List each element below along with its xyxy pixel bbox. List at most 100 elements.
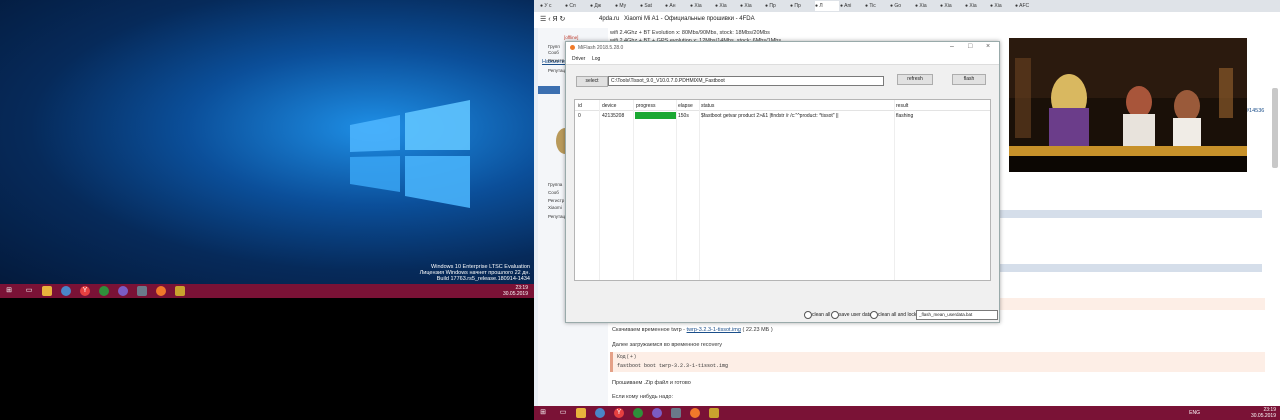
- maximize-icon[interactable]: □: [968, 43, 972, 50]
- sidebar-label: Репутац: [548, 214, 566, 219]
- explorer-icon[interactable]: [42, 286, 52, 296]
- sidebar-label: Группа: [548, 182, 563, 187]
- browser-tab[interactable]: ● Пр: [765, 1, 789, 11]
- address-domain[interactable]: 4pda.ru: [599, 16, 619, 22]
- browser-tab[interactable]: ● Xia: [915, 1, 939, 11]
- sidebar-label: Групп: [548, 44, 560, 49]
- browser-tab[interactable]: ● Go: [890, 1, 914, 11]
- close-icon[interactable]: ×: [986, 43, 990, 50]
- taskbar-right-clock: 23:19 30.05.2019: [1251, 407, 1276, 419]
- option-save-user-data-label: save user data: [839, 312, 872, 318]
- row-elapse: 150s: [678, 113, 689, 119]
- yandex-browser-icon[interactable]: Y: [80, 286, 90, 296]
- browser-tab[interactable]: ● AFC: [1015, 1, 1039, 11]
- twrp-size: ( 22.23 МБ ): [742, 327, 773, 333]
- yandex-browser-icon-right[interactable]: Y: [614, 408, 624, 418]
- miflash-title: MiFlash 2018.5.28.0: [578, 45, 624, 51]
- app4-icon[interactable]: [175, 286, 185, 296]
- app2-icon-right[interactable]: [671, 408, 681, 418]
- sidebar-label: Сооб: [548, 190, 559, 195]
- viber-icon-right[interactable]: [652, 408, 662, 418]
- app3-icon[interactable]: [156, 286, 166, 296]
- task-view-icon[interactable]: ▭: [24, 286, 34, 296]
- option-clean-all-lock-radio[interactable]: [870, 311, 878, 319]
- app4-icon-right[interactable]: [709, 408, 719, 418]
- flash-zip-text: Прошиваем .Zip файл и готово: [612, 380, 691, 386]
- flash-button[interactable]: flash: [952, 74, 986, 85]
- windows-logo-icon: [350, 100, 470, 208]
- task-view-icon-right[interactable]: ▭: [558, 408, 568, 418]
- taskbar-left-clock: 23:19 30.05.2019: [503, 285, 528, 297]
- option-save-user-data-radio[interactable]: [831, 311, 839, 319]
- app2-icon[interactable]: [137, 286, 147, 296]
- browser-tab[interactable]: ● Xia: [740, 1, 764, 11]
- explorer-icon-right[interactable]: [576, 408, 586, 418]
- tab-bar: ● У с ● Сп ● Дж ● Му ● Sat ● Ан ● Xia ● Xia ● Xi…: [534, 0, 1280, 12]
- row-id: 0: [578, 113, 581, 119]
- post-ref[interactable]: #14536: [1246, 108, 1264, 114]
- page-scrollbar[interactable]: [1272, 88, 1278, 168]
- twrp-download-link[interactable]: twrp-3.2.3-1-tissot.img: [687, 327, 741, 333]
- video-player[interactable]: [1009, 38, 1247, 172]
- device-grid: id device progress elapse status result …: [574, 99, 991, 281]
- browser-tab[interactable]: ● Ан: [665, 1, 689, 11]
- utorrent-icon-right[interactable]: [633, 408, 643, 418]
- browser-tab[interactable]: ● Xia: [715, 1, 739, 11]
- col-progress: progress: [636, 103, 656, 109]
- sidebar-label: Регистр: [548, 58, 565, 63]
- start-windows-icon-right[interactable]: ⊞: [538, 408, 548, 418]
- nav-buttons-icon[interactable]: ☰ ‹ Я ↻: [540, 15, 565, 23]
- app-icon[interactable]: [61, 286, 71, 296]
- app-icon-right[interactable]: [595, 408, 605, 418]
- table-row[interactable]: 0 42135208 150s $fastboot getvar product…: [575, 111, 990, 120]
- browser-tab[interactable]: ● Xia: [990, 1, 1014, 11]
- browser-tab[interactable]: ● Tic: [865, 1, 889, 11]
- col-result: result: [896, 103, 909, 109]
- browser-tab[interactable]: ● У с: [540, 1, 564, 11]
- code-text: fastboot boot twrp-3.2.3-1-tissot.img: [617, 363, 729, 369]
- menu-log[interactable]: Log: [592, 56, 600, 62]
- minimize-icon[interactable]: –: [950, 43, 954, 50]
- clock-date: 30.05.2019: [502, 291, 528, 297]
- download-twrp-prefix: Скачиваем временное twrp -: [612, 327, 686, 333]
- start-windows-icon[interactable]: ⊞: [4, 286, 14, 296]
- sidebar-label: Xiaomi: [548, 205, 562, 210]
- boot-recovery-text: Далее загружаемся во временное recovery: [612, 342, 723, 348]
- col-status: status: [701, 103, 715, 109]
- option-clean-all-radio[interactable]: [804, 311, 812, 319]
- miflash-titlebar: MiFlash 2018.5.28.0 – □ ×: [566, 42, 999, 54]
- browser-tab[interactable]: ● Sat: [640, 1, 664, 11]
- script-select[interactable]: _flash_mean_userdata.bat: [916, 310, 998, 320]
- browser-tab[interactable]: ● Xia: [690, 1, 714, 11]
- taskbar-right: ⊞ ▭ Y ENG 23:19 30.05.2019: [534, 406, 1280, 420]
- browser-tab[interactable]: ● Пр: [790, 1, 814, 11]
- option-clean-all-label: clean all: [812, 312, 831, 318]
- wifi-line-1: wifi 2.4Ghz + BT Evolution x: 80Mbs/90Mb…: [610, 30, 770, 36]
- select-button[interactable]: select: [576, 76, 608, 87]
- grid-col-line: [699, 100, 700, 280]
- menu-driver[interactable]: Driver: [572, 56, 585, 62]
- viber-icon[interactable]: [118, 286, 128, 296]
- video-frame-icon: [1009, 38, 1247, 172]
- code-box-2: Код ( + ) fastboot boot twrp-3.2.3-1-tis…: [610, 352, 1265, 372]
- option-clean-all-lock-label: clean all and lock: [878, 312, 917, 318]
- utorrent-icon[interactable]: [99, 286, 109, 296]
- browser-tab[interactable]: ● Xia: [965, 1, 989, 11]
- col-elapse: elapse: [678, 103, 693, 109]
- app3-icon-right[interactable]: [690, 408, 700, 418]
- browser-tab[interactable]: ● Ani: [840, 1, 864, 11]
- path-input[interactable]: C:\Tools\Tissot_9.0_V10.0.7.0.PDHMIXM_Fa…: [608, 76, 884, 86]
- miflash-app-icon: [570, 45, 575, 50]
- watermark-line3: Build 17763.rs5_release.180914-1434: [436, 276, 530, 282]
- post-tools-icon[interactable]: [538, 86, 560, 94]
- refresh-button[interactable]: refresh: [897, 74, 933, 85]
- browser-tab[interactable]: ● Сп: [565, 1, 589, 11]
- browser-tab[interactable]: ● Л: [815, 1, 839, 11]
- lang-indicator[interactable]: ENG: [1189, 410, 1200, 416]
- browser-tab[interactable]: ● Му: [615, 1, 639, 11]
- browser-tab[interactable]: ● Xia: [940, 1, 964, 11]
- address-title[interactable]: Xiaomi Mi A1 - Официальные прошивки - 4F…: [624, 16, 755, 22]
- left-desktop: Windows 10 Enterprise LTSC Evaluation Ли…: [0, 0, 534, 284]
- code-label: Код ( + ): [617, 354, 636, 360]
- browser-tab[interactable]: ● Дж: [590, 1, 614, 11]
